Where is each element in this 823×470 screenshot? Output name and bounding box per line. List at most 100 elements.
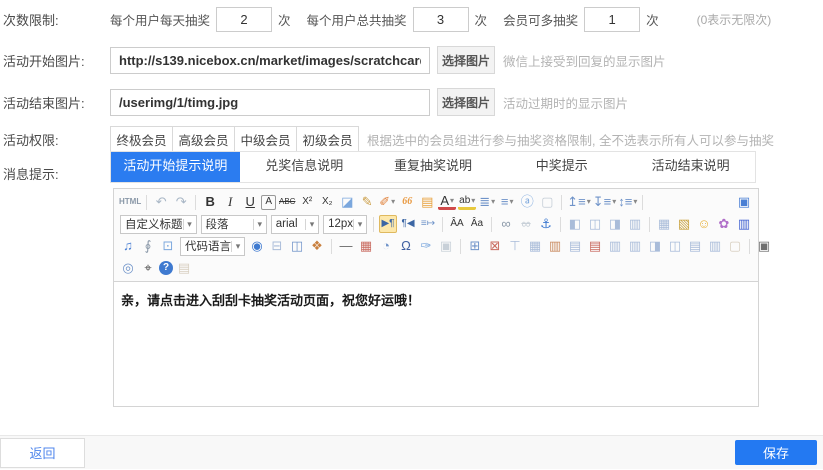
unlink-icon[interactable]: ∞ [517, 215, 535, 233]
ordered-list-icon[interactable]: ≣▾ [478, 193, 496, 211]
merge-right-icon[interactable]: ◨ [646, 237, 664, 255]
insert-frame-icon[interactable]: ⊡ [159, 237, 177, 255]
subscript-icon[interactable]: X₂ [318, 193, 336, 211]
code-language-select[interactable]: 代码语言▾ [180, 237, 245, 256]
redo-icon[interactable]: ↷ [172, 193, 190, 211]
unordered-list-icon[interactable]: ≡▾ [498, 193, 516, 211]
insert-image-icon[interactable]: ▦ [655, 215, 673, 233]
remove-format-icon[interactable]: ◪ [338, 193, 356, 211]
paste-icon[interactable]: ▤ [175, 259, 193, 277]
line-height-icon[interactable]: ↕≡▾ [618, 193, 637, 211]
start-image-pick-button[interactable]: 选择图片 [437, 46, 495, 74]
delete-row-icon[interactable]: ▤ [586, 237, 604, 255]
font-size-select[interactable]: 12px▾ [323, 215, 367, 234]
preview-monitor-icon[interactable]: ▣ [735, 193, 753, 211]
strikethrough-icon[interactable]: ABC [278, 193, 296, 211]
insert-row-icon[interactable]: ▤ [566, 237, 584, 255]
attachment-icon[interactable]: ∮ [139, 237, 157, 255]
format-painter-icon[interactable]: ✎ [358, 193, 376, 211]
quick-format-icon[interactable]: ✐▾ [378, 193, 396, 211]
to-lowercase-icon[interactable]: Âa [468, 215, 486, 233]
message-tab[interactable]: 中奖提示 [497, 152, 626, 182]
ltr-direction-icon[interactable]: ▶¶ [379, 215, 397, 233]
html-source-button[interactable]: HTML [119, 193, 141, 211]
anchor-icon[interactable]: ⚓ [537, 215, 555, 233]
blank-doc-icon[interactable]: ▢ [538, 193, 556, 211]
message-tab[interactable]: 兑奖信息说明 [240, 152, 369, 182]
preview-icon[interactable]: ◎ [119, 259, 137, 277]
save-button[interactable]: 保存 [735, 440, 817, 465]
template-icon[interactable]: ◫ [288, 237, 306, 255]
delete-col-icon[interactable]: ▥ [626, 237, 644, 255]
rtl-direction-icon[interactable]: ¶◀ [399, 215, 417, 233]
bold-icon[interactable]: B [201, 193, 219, 211]
font-color-icon[interactable]: A▾ [438, 194, 456, 210]
table-title-icon[interactable]: ⊤ [506, 237, 524, 255]
print-icon[interactable]: ▣ [755, 237, 773, 255]
blockquote-icon[interactable]: 66 [398, 193, 416, 211]
align-left-icon[interactable]: ◧ [566, 215, 584, 233]
paragraph-format-select[interactable]: 段落▾ [201, 215, 267, 234]
message-tab[interactable]: 活动结束说明 [626, 152, 755, 182]
insert-col-icon[interactable]: ▥ [606, 237, 624, 255]
bordered-text-icon[interactable]: A [261, 195, 276, 210]
insert-date-icon[interactable]: ▦ [357, 237, 375, 255]
delete-table-icon[interactable]: ⊠ [486, 237, 504, 255]
insert-table-icon[interactable]: ⊞ [466, 237, 484, 255]
insert-time-icon[interactable]: ◔ [377, 237, 395, 255]
screen-monitor-icon[interactable]: ▣ [437, 237, 455, 255]
help-icon[interactable]: ? [159, 261, 173, 275]
split-cells-icon[interactable]: ▥ [546, 237, 564, 255]
indent-icon[interactable]: ≡↦ [419, 215, 437, 233]
paragraph-top-spacing-icon[interactable]: ↥≡▾ [567, 193, 591, 211]
end-image-pick-button[interactable]: 选择图片 [437, 88, 495, 116]
avg-distribute-rows-icon[interactable]: ▤ [686, 237, 704, 255]
start-image-url-input[interactable] [110, 47, 430, 74]
message-tab[interactable]: 活动开始提示说明 [111, 152, 240, 182]
snapscreen-icon[interactable]: ❖ [308, 237, 326, 255]
custom-title-select[interactable]: 自定义标题▾ [120, 215, 197, 234]
merge-cells-icon[interactable]: ▦ [526, 237, 544, 255]
scrawl-icon[interactable]: ✿ [715, 215, 733, 233]
senior-member-button[interactable]: 高级会员 [172, 126, 235, 153]
horizontal-rule-icon[interactable]: — [337, 237, 355, 255]
highlight-color-icon[interactable]: ab▾ [458, 194, 476, 210]
special-chars-icon[interactable]: Ω [397, 237, 415, 255]
video-icon[interactable]: ▥ [735, 215, 753, 233]
total-draw-input[interactable] [413, 7, 469, 32]
junior-member-button[interactable]: 初级会员 [296, 126, 359, 153]
italic-icon[interactable]: I [221, 193, 239, 211]
message-tab[interactable]: 重复抽奖说明 [369, 152, 498, 182]
find-replace-icon[interactable]: ⌖ [139, 259, 157, 277]
music-icon[interactable]: ♫ [119, 237, 137, 255]
link-icon[interactable]: ∞ [497, 215, 515, 233]
merge-down-icon[interactable]: ◫ [666, 237, 684, 255]
doc-icon[interactable]: ▢ [726, 237, 744, 255]
daily-draw-input[interactable] [216, 7, 272, 32]
align-right-icon[interactable]: ◨ [606, 215, 624, 233]
to-uppercase-icon[interactable]: ÂA [448, 215, 466, 233]
custom-title-select-value: 自定义标题 [121, 216, 183, 232]
chevron-down-icon: ▾ [391, 193, 395, 211]
editor-content[interactable]: 亲，请点击进入刮刮卡抽奖活动页面，祝您好运哦！ [114, 282, 758, 406]
align-center-icon[interactable]: ◫ [586, 215, 604, 233]
underline-icon[interactable]: U [241, 193, 259, 211]
map-icon[interactable]: ◉ [248, 237, 266, 255]
align-justify-icon[interactable]: ▥ [626, 215, 644, 233]
superscript-icon[interactable]: X² [298, 193, 316, 211]
paragraph-bottom-spacing-icon[interactable]: ↧≡▾ [593, 193, 617, 211]
online-image-icon[interactable]: ▧ [675, 215, 693, 233]
undo-icon[interactable]: ↶ [152, 193, 170, 211]
back-button[interactable]: 返回 [0, 438, 85, 468]
end-image-url-input[interactable] [110, 89, 430, 116]
middle-member-button[interactable]: 中级会员 [234, 126, 297, 153]
font-family-select[interactable]: arial▾ [271, 215, 319, 234]
emotion-icon[interactable]: ☺ [695, 215, 713, 233]
edit-image-icon[interactable]: ✑ [417, 237, 435, 255]
paste-text-icon[interactable]: ▤ [418, 193, 436, 211]
anchor-inline-icon[interactable]: ⓐ [518, 193, 536, 211]
page-break-icon[interactable]: ⊟ [268, 237, 286, 255]
member-extra-draw-input[interactable] [584, 7, 640, 32]
avg-distribute-cols-icon[interactable]: ▥ [706, 237, 724, 255]
ultimate-member-button[interactable]: 终极会员 [110, 126, 173, 153]
